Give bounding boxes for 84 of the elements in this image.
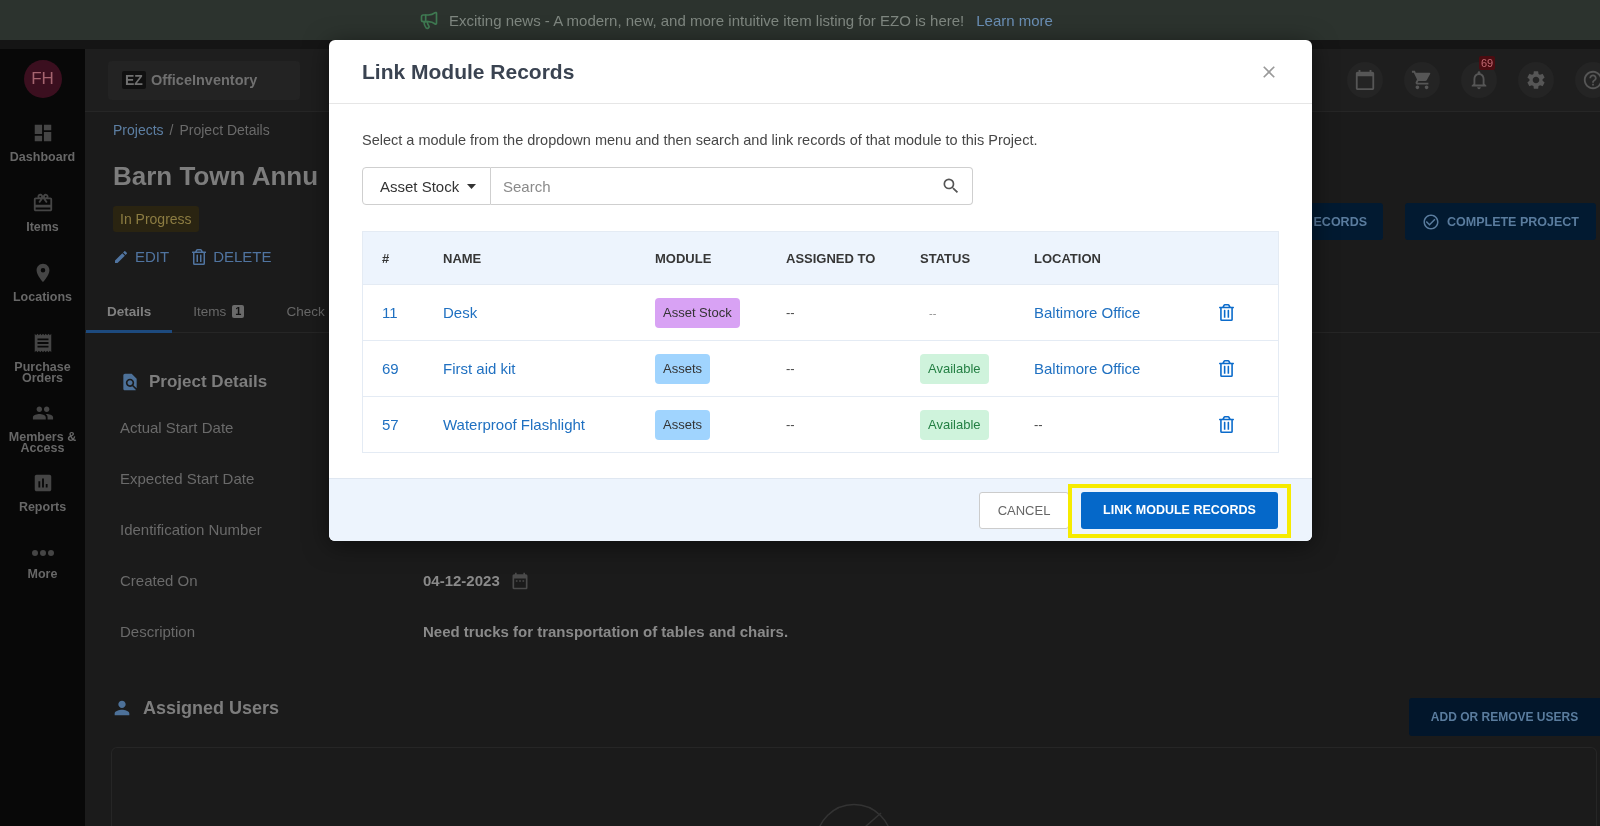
search-icon[interactable] [941,176,961,196]
help-icon [1582,69,1600,91]
record-number-link[interactable]: 11 [382,304,398,321]
tab[interactable]: Items 1 [172,292,266,333]
breadcrumb-link[interactable]: Projects [113,120,164,140]
search-field[interactable]: Search [491,167,973,205]
sidebar-item[interactable]: Reports [0,470,85,540]
section-title: Assigned Users [143,697,280,719]
add-remove-users-button[interactable]: ADD OR REMOVE USERS [1409,698,1600,736]
field-label: Created On [120,572,198,589]
table-cell-text: -- [928,306,937,319]
record-name-link[interactable]: Desk [443,304,478,321]
link-records-button[interactable]: LINK MODULE RECORDS [1081,491,1278,529]
cart-icon [1411,69,1433,91]
column-header: NAME [443,250,482,266]
field-value: Need trucks for transportation of tables and chairs. [423,623,789,640]
caret-icon [467,183,477,189]
status-badge: Available [920,353,989,384]
gift-icon [31,192,54,214]
record-name-link[interactable]: Waterproof Flashlight [443,416,585,433]
column-header: # [382,250,390,266]
header-button[interactable]: ECORDS [1312,203,1383,240]
location-link[interactable]: Baltimore Office [1034,360,1141,377]
cancel-button[interactable]: CANCEL [979,491,1069,529]
delete-button[interactable]: DELETE [191,246,272,268]
pencil-icon [113,249,129,265]
status-badge: Available [920,409,989,440]
page-title: Barn Town Annu [113,160,319,193]
column-header: ASSIGNED TO [786,250,876,266]
table-cell: -- [786,417,795,432]
column-header: LOCATION [1034,250,1101,266]
tab[interactable]: Details [86,292,173,333]
settings-icon [1525,69,1547,91]
calendar-button[interactable] [1347,62,1383,98]
complete-project-button[interactable]: COMPLETE PROJECT [1405,203,1596,240]
sidebar-item[interactable]: Purchase Orders [0,330,85,400]
more-icon [31,550,54,556]
sidebar-item[interactable]: Members & Access [0,400,85,470]
section-title: Project Details [149,372,268,392]
modal-title: Link Module Records [362,59,575,84]
module-badge: Asset Stock [655,297,740,328]
user-avatar[interactable]: FH [23,60,62,98]
field-label: Expected Start Date [120,470,255,487]
column-header: MODULE [655,250,712,266]
calendar-icon [1354,69,1376,91]
module-badge: Assets [655,353,710,384]
trash-icon [191,249,208,265]
column-header: STATUS [920,250,971,266]
logo-badge: EZ [122,71,146,89]
edit-button[interactable]: EDIT [113,246,170,268]
location-link[interactable]: Baltimore Office [1034,304,1141,321]
field-label: Actual Start Date [120,419,234,436]
record-number-link[interactable]: 69 [382,360,399,377]
trash-icon[interactable] [1218,360,1235,377]
table-cell: -- [1034,417,1043,432]
breadcrumb-separator: / [169,121,174,140]
megaphone-icon [419,10,439,30]
logo-text: OfficeInventory [150,72,258,88]
record-number-link[interactable]: 57 [382,416,399,433]
sidebar-item[interactable]: Dashboard [0,120,85,190]
field-label: Description [120,623,196,640]
announcement-text: Exciting news - A modern, new, and more intuitive item listing for EZO is here! [449,11,965,29]
status-badge: In Progress [113,206,199,232]
count-badge: 1 [232,304,245,318]
sidebar-item[interactable]: Items [0,190,85,260]
settings-button[interactable] [1518,62,1554,98]
sidebar-item[interactable]: More [0,540,85,610]
trash-icon[interactable] [1218,304,1235,321]
trash-icon[interactable] [1218,416,1235,433]
record-name-link[interactable]: First aid kit [443,360,516,377]
module-badge: Assets [655,409,710,440]
modal-description: Select a module from the dropdown menu and then search and link records of that module to this Project. [362,131,1039,150]
field-value: 04-12-2023 [423,572,500,589]
module-select[interactable]: Asset Stock [362,167,491,205]
table-cell: -- [786,305,795,320]
learn-more-link[interactable]: Learn more [976,11,1053,29]
tab[interactable]: Check [265,292,325,333]
breadcrumb-current: Project Details [179,121,270,140]
table-cell: -- [786,361,795,376]
field-label: Identification Number [120,521,262,538]
sidebar-item[interactable]: Locations [0,260,85,330]
notification-badge: 69 [1479,56,1496,70]
cart-button[interactable] [1404,62,1440,98]
document-search-icon [120,372,140,392]
